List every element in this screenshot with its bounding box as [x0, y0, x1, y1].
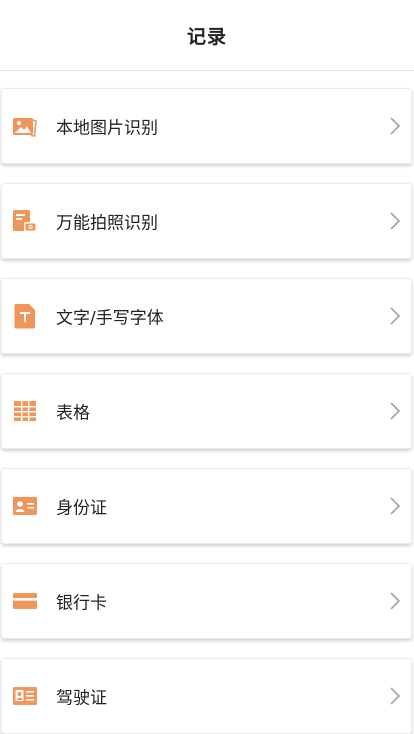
chevron-right-icon	[389, 306, 401, 326]
list-item-id-card[interactable]: 身份证	[1, 468, 412, 544]
driver-license-icon	[12, 683, 38, 709]
top-bar: 记录	[0, 0, 414, 71]
list-item-label: 万能拍照识别	[56, 213, 158, 234]
list-item-label: 驾驶证	[56, 688, 107, 709]
chevron-right-icon	[389, 116, 401, 136]
list-item-label: 本地图片识别	[56, 118, 158, 139]
list-item-driver-license[interactable]: 驾驶证	[1, 658, 412, 734]
id-card-icon	[12, 493, 38, 519]
table-icon	[12, 398, 38, 424]
chevron-right-icon	[389, 401, 401, 421]
list-item-label: 身份证	[56, 498, 107, 519]
bank-card-icon	[12, 588, 38, 614]
text-doc-icon	[12, 303, 38, 329]
page-title: 记录	[186, 25, 227, 48]
list-item-table[interactable]: 表格	[1, 373, 412, 449]
list-item-label: 银行卡	[56, 593, 107, 614]
camera-doc-icon	[12, 208, 38, 234]
list-item-text-handwriting[interactable]: 文字/手写字体	[1, 278, 412, 354]
chevron-right-icon	[389, 496, 401, 516]
list-item-label: 文字/手写字体	[56, 308, 164, 329]
chevron-right-icon	[389, 211, 401, 231]
chevron-right-icon	[389, 591, 401, 611]
list-item-bank-card[interactable]: 银行卡	[1, 563, 412, 639]
list-item-local-image-ocr[interactable]: 本地图片识别	[1, 88, 412, 164]
list-item-universal-photo-ocr[interactable]: 万能拍照识别	[1, 183, 412, 259]
list-item-label: 表格	[56, 403, 90, 424]
image-icon	[12, 113, 38, 139]
chevron-right-icon	[389, 686, 401, 706]
